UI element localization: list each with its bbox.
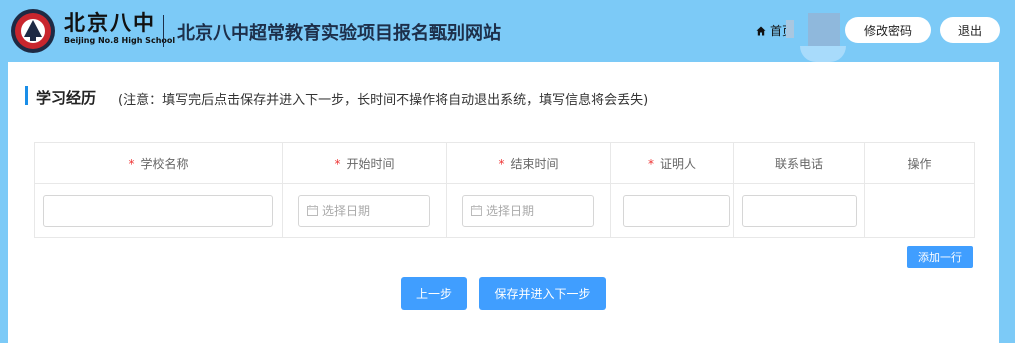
logo-english-subtitle: Beijing No.8 High School (64, 36, 176, 45)
logo-divider (163, 15, 164, 47)
column-header-label: 联系电话 (774, 156, 823, 171)
redacted-username-block (800, 46, 846, 62)
header-bar: 北京八中 Beijing No.8 High School 北京八中超常教育实验… (0, 0, 1015, 62)
column-header-start-date: * 开始时间 (282, 142, 447, 184)
column-header-witness: * 证明人 (610, 142, 734, 184)
save-and-next-button[interactable]: 保存并进入下一步 (479, 277, 606, 310)
actions-cell (864, 183, 975, 238)
witness-input[interactable] (623, 194, 730, 227)
required-mark: * (498, 156, 505, 171)
previous-step-button[interactable]: 上一步 (401, 277, 467, 310)
form-card: 学习经历 (注意：填写完后点击保存并进入下一步，长时间不操作将自动退出系统，填写… (8, 62, 999, 343)
add-row-button[interactable]: 添加一行 (907, 246, 973, 268)
start-date-cell: 选择日期 (282, 183, 447, 238)
column-header-label: 操作 (907, 156, 932, 171)
phone-cell (733, 183, 865, 238)
section-note: (注意：填写完后点击保存并进入下一步，长时间不操作将自动退出系统，填写信息将会丢… (118, 93, 649, 108)
phone-input[interactable] (742, 194, 857, 227)
calendar-icon (307, 205, 318, 216)
end-date-placeholder: 选择日期 (486, 204, 535, 218)
column-header-label: 学校名称 (140, 156, 189, 171)
school-logo-text: 北京八中 Beijing No.8 High School (64, 10, 176, 46)
required-mark: * (647, 156, 654, 171)
redacted-username-block (808, 13, 840, 47)
section-title: 学习经历 (36, 89, 97, 107)
site-title: 北京八中超常教育实验项目报名甄别网站 (177, 23, 501, 44)
redacted-username-block (786, 20, 794, 38)
start-date-placeholder: 选择日期 (322, 204, 371, 218)
column-header-label: 证明人 (659, 156, 696, 171)
calendar-icon (471, 205, 482, 216)
column-header-school: * 学校名称 (34, 142, 283, 184)
start-date-picker[interactable]: 选择日期 (298, 194, 430, 227)
column-header-phone: 联系电话 (733, 142, 865, 184)
end-date-cell: 选择日期 (446, 183, 611, 238)
column-header-end-date: * 结束时间 (446, 142, 611, 184)
column-header-label: 结束时间 (510, 156, 559, 171)
logout-button[interactable]: 退出 (940, 17, 1000, 43)
end-date-picker[interactable]: 选择日期 (462, 194, 594, 227)
home-icon (756, 26, 766, 35)
witness-cell (610, 183, 734, 238)
section-accent-bar (25, 86, 28, 105)
table-header-row: * 学校名称 * 开始时间 * 结束时间 * 证明人 联系电话 操作 (34, 142, 975, 184)
column-header-actions: 操作 (864, 142, 975, 184)
school-emblem-icon (11, 9, 55, 53)
logo-wordmark: 北京八中 (64, 10, 156, 35)
required-mark: * (128, 156, 135, 171)
change-password-button[interactable]: 修改密码 (845, 17, 931, 43)
school-name-input[interactable] (43, 194, 273, 227)
education-history-table: * 学校名称 * 开始时间 * 结束时间 * 证明人 联系电话 操作 选择日期 … (34, 142, 975, 238)
table-row: 选择日期 选择日期 (34, 183, 975, 238)
required-mark: * (334, 156, 341, 171)
school-cell (34, 183, 283, 238)
column-header-label: 开始时间 (346, 156, 395, 171)
